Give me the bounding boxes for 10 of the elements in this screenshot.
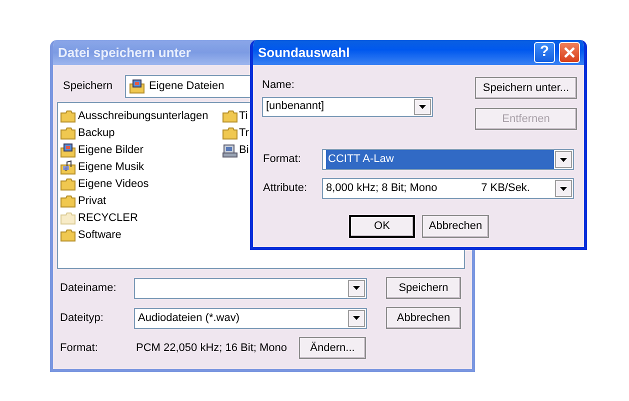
field-label: Format: <box>60 340 99 356</box>
field-label: Format: <box>263 152 302 168</box>
field-label: Attribute: <box>263 181 308 196</box>
field-label: Speichern <box>63 79 114 94</box>
field-label: Name: <box>262 78 296 93</box>
field-label: Dateityp: <box>60 310 104 326</box>
field-label: Dateiname: <box>60 280 118 296</box>
format-value: PCM 22,050 kHz; 16 Bit; Mono <box>136 340 288 356</box>
window-title: Datei speichern unter <box>58 44 191 62</box>
window-title: Soundauswahl <box>258 44 350 62</box>
